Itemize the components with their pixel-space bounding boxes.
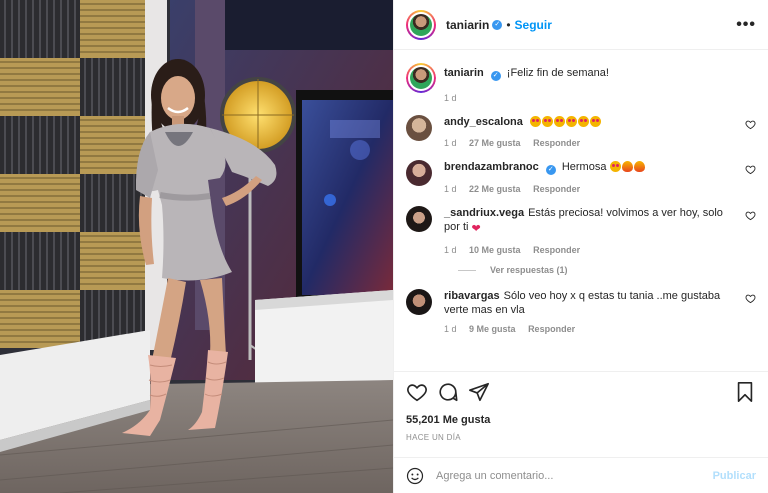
post-header: taniarin ✓ • Seguir ••• bbox=[394, 0, 768, 50]
comment-avatar[interactable] bbox=[406, 160, 432, 186]
comment-time[interactable]: 1 d bbox=[444, 138, 457, 148]
publish-button[interactable]: Publicar bbox=[713, 470, 756, 482]
separator-dot: • bbox=[506, 17, 511, 32]
view-replies-label[interactable]: Ver respuestas (1) bbox=[490, 265, 568, 275]
verified-badge-icon: ✓ bbox=[492, 19, 503, 30]
comment-username[interactable]: _sandriux.vega bbox=[444, 207, 524, 219]
add-comment-bar: Publicar bbox=[394, 457, 768, 493]
post-detail-panel: taniarin ✓ • Seguir ••• taniarin ✓ ¡Feliz… bbox=[393, 0, 768, 493]
comment-username[interactable]: ribavargas bbox=[444, 290, 500, 302]
heart-icon[interactable] bbox=[745, 210, 756, 221]
heart-icon[interactable] bbox=[745, 164, 756, 175]
paper-plane-icon[interactable] bbox=[468, 381, 490, 403]
bookmark-icon[interactable] bbox=[734, 381, 756, 403]
follow-button[interactable]: Seguir bbox=[515, 18, 552, 32]
author-avatar[interactable] bbox=[406, 9, 436, 40]
smiley-icon[interactable] bbox=[406, 467, 424, 485]
comment-username[interactable]: andy_escalona bbox=[444, 116, 523, 128]
post-timestamp[interactable]: HACE UN DÍA bbox=[406, 433, 756, 442]
heart-icon[interactable] bbox=[745, 293, 756, 304]
comment-item: ribavargas Sólo veo hoy x q estas tu tani… bbox=[406, 289, 756, 334]
comment-avatar[interactable] bbox=[406, 115, 432, 141]
verified-badge-icon: ✓ bbox=[490, 71, 501, 81]
reply-button[interactable]: Responder bbox=[533, 138, 580, 148]
caption-time[interactable]: 1 d bbox=[444, 93, 457, 103]
replies-divider bbox=[458, 269, 476, 271]
caption-avatar[interactable] bbox=[406, 63, 436, 93]
comment-item: brendazambranoc ✓ Hermosa 1 d 22 Me gusta… bbox=[406, 160, 756, 194]
comment-input[interactable] bbox=[436, 469, 713, 482]
comment-likes[interactable]: 10 Me gusta bbox=[469, 245, 521, 255]
heart-icon[interactable] bbox=[406, 381, 428, 403]
red-heart-emoji: ❤ bbox=[471, 223, 481, 235]
comment-time[interactable]: 1 d bbox=[444, 324, 457, 334]
view-replies-button[interactable]: Ver respuestas (1) bbox=[458, 265, 756, 275]
likes-count[interactable]: 55,201 Me gusta bbox=[406, 414, 756, 426]
comment-item: _sandriux.vega Estás preciosa! volvimos a… bbox=[406, 206, 756, 255]
heart-icon[interactable] bbox=[745, 119, 756, 130]
reply-button[interactable]: Responder bbox=[528, 324, 575, 334]
comment-time[interactable]: 1 d bbox=[444, 184, 457, 194]
comment-likes[interactable]: 27 Me gusta bbox=[469, 138, 521, 148]
comment-avatar[interactable] bbox=[406, 289, 432, 315]
heart-eyes-fire-emoji bbox=[609, 161, 646, 173]
heart-eyes-emoji bbox=[529, 116, 602, 128]
comment-time[interactable]: 1 d bbox=[444, 245, 457, 255]
comment-icon[interactable] bbox=[437, 381, 459, 403]
reply-button[interactable]: Responder bbox=[533, 245, 580, 255]
caption: taniarin ✓ ¡Feliz fin de semana! 1 d bbox=[406, 63, 756, 103]
author-username[interactable]: taniarin bbox=[446, 18, 489, 32]
caption-username[interactable]: taniarin bbox=[444, 67, 484, 79]
more-options-icon[interactable]: ••• bbox=[736, 16, 756, 34]
comment-likes[interactable]: 22 Me gusta bbox=[469, 184, 521, 194]
post-actions: 55,201 Me gusta HACE UN DÍA bbox=[394, 371, 768, 442]
comment-text: Hermosa bbox=[561, 161, 607, 173]
comment-username[interactable]: brendazambranoc bbox=[444, 161, 539, 173]
post-photo-illustration bbox=[0, 0, 393, 493]
comments-list[interactable]: taniarin ✓ ¡Feliz fin de semana! 1 d andy… bbox=[394, 51, 768, 371]
comment-avatar[interactable] bbox=[406, 206, 432, 232]
reply-button[interactable]: Responder bbox=[533, 184, 580, 194]
caption-text: ¡Feliz fin de semana! bbox=[506, 67, 609, 79]
comment-item: andy_escalona 1 d 27 Me gusta Responder bbox=[406, 115, 756, 148]
verified-badge-icon: ✓ bbox=[545, 165, 556, 175]
comment-likes[interactable]: 9 Me gusta bbox=[469, 324, 516, 334]
post-photo[interactable] bbox=[0, 0, 393, 493]
